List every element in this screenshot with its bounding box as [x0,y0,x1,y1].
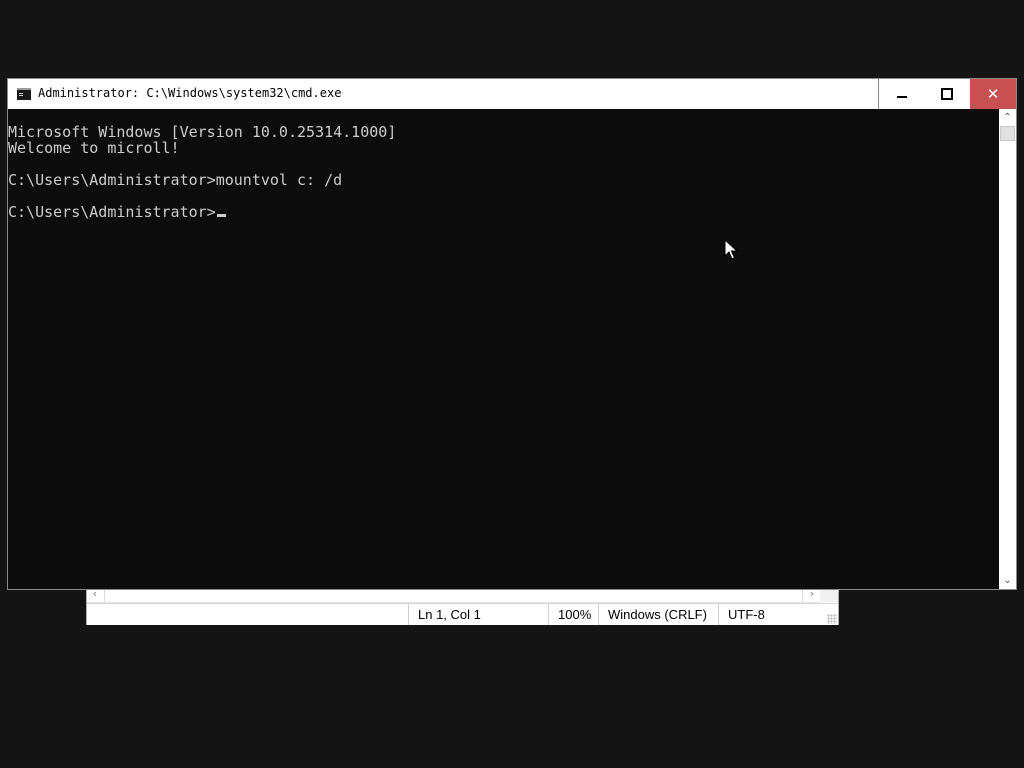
text-cursor [216,214,226,217]
title-bar[interactable]: Administrator: C:\Windows\system32\cmd.e… [8,79,1016,109]
console-line: C:\Users\Administrator>mountvol c: /d [8,171,343,189]
console-output-area[interactable]: Microsoft Windows [Version 10.0.25314.10… [8,109,999,589]
console-text: Microsoft Windows [Version 10.0.25314.10… [8,124,396,220]
maximize-icon [941,88,953,100]
scroll-down-icon[interactable]: ⌄ [999,572,1016,589]
cursor-position: Ln 1, Col 1 [408,604,548,625]
close-icon: ✕ [986,84,1000,103]
vertical-scrollbar[interactable]: ⌃ ⌄ [999,109,1016,589]
console-line: Microsoft Windows [Version 10.0.25314.10… [8,123,397,141]
console-window: Administrator: C:\Windows\system32\cmd.e… [7,78,1017,590]
prompt-text: C:\Users\Administrator> [8,203,216,221]
minimize-icon [896,96,907,98]
scroll-up-icon[interactable]: ⌃ [999,109,1016,126]
console-app-icon[interactable] [17,88,31,100]
line-ending: Windows (CRLF) [598,604,718,625]
close-button[interactable]: ✕ [970,79,1016,109]
resize-grip-icon[interactable] [827,614,837,624]
prompt-line[interactable]: C:\Users\Administrator> [8,204,396,220]
console-line: Welcome to microll! [8,139,180,157]
notepad-window: ‹ › Ln 1, Col 1 100% Windows (CRLF) UTF-… [86,586,839,625]
maximize-button[interactable] [924,79,970,109]
scrollbar-thumb[interactable] [1000,126,1015,141]
encoding: UTF-8 [718,604,828,625]
status-bar: Ln 1, Col 1 100% Windows (CRLF) UTF-8 [87,603,838,625]
mouse-pointer-icon [724,239,738,260]
zoom-level: 100% [548,604,598,625]
minimize-button[interactable] [878,79,924,109]
window-title: Administrator: C:\Windows\system32\cmd.e… [38,86,342,100]
